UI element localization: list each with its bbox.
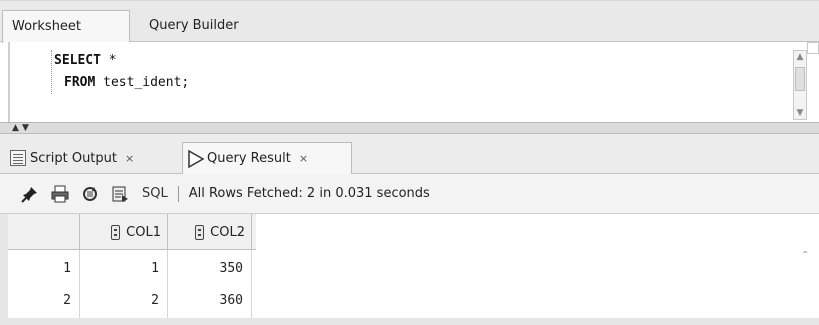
sql-code[interactable]: SELECT * FROM test_ident; (51, 50, 189, 94)
table-row[interactable]: 1 1 350 (8, 250, 256, 286)
column-header-col2[interactable]: COL2 (168, 214, 252, 250)
script-output-icon (10, 150, 26, 166)
grid-header: COL1 COL2 (8, 214, 256, 250)
column-header-col1[interactable]: COL1 (80, 214, 168, 250)
tab-query-result-label: Query Result (207, 151, 291, 166)
editor-vertical-scrollbar[interactable]: ▲ ▼ (793, 50, 807, 120)
tab-worksheet-label: Worksheet (12, 19, 82, 34)
editor-gutter (10, 42, 46, 122)
result-toolbar: SQL All Rows Fetched: 2 in 0.031 seconds (0, 174, 819, 214)
grid-bottom-band (0, 318, 819, 325)
play-outline-icon (187, 149, 205, 169)
sort-icon[interactable] (111, 224, 121, 240)
toolbar-separator (177, 185, 179, 202)
result-tab-bar: Script Output × Query Result × (0, 134, 819, 174)
sql-button[interactable]: SQL (142, 186, 168, 201)
tab-script-output-label: Script Output (30, 150, 117, 166)
grid-scroll-up-icon[interactable]: ⌃ (801, 250, 815, 270)
refresh-icon[interactable] (78, 184, 102, 204)
sort-icon[interactable] (195, 224, 205, 240)
tab-worksheet[interactable]: Worksheet (2, 10, 130, 43)
column-header-col2-label: COL2 (210, 224, 245, 240)
print-icon[interactable] (48, 184, 72, 204)
row-number-cell: 1 (8, 250, 80, 286)
editor-corner-box (807, 42, 819, 54)
close-icon[interactable]: × (299, 152, 308, 165)
tab-script-output[interactable]: Script Output × (10, 142, 180, 174)
splitter-down-icon[interactable]: ▼ (22, 123, 29, 133)
sql-line-2: FROM test_ident; (54, 72, 189, 94)
panel-splitter[interactable]: ▲ ▼ (0, 122, 819, 134)
tab-query-builder-label: Query Builder (149, 18, 239, 33)
cell-col1[interactable]: 1 (80, 250, 168, 286)
sql-line-1: SELECT * (54, 50, 189, 72)
scroll-down-icon[interactable]: ▼ (795, 108, 805, 118)
sql-line-2-rest: test_ident; (95, 75, 190, 90)
sql-keyword-from: FROM (64, 75, 96, 90)
editor-tab-bar: Worksheet Query Builder (0, 0, 819, 43)
cell-col2[interactable]: 360 (168, 282, 252, 318)
close-icon[interactable]: × (125, 152, 134, 165)
column-header-col1-label: COL1 (126, 224, 161, 240)
splitter-up-icon[interactable]: ▲ (12, 123, 19, 133)
row-number-header (8, 214, 80, 250)
tab-query-builder[interactable]: Query Builder (140, 10, 248, 43)
tab-query-result[interactable]: Query Result × (182, 142, 352, 174)
fetch-status: All Rows Fetched: 2 in 0.031 seconds (188, 186, 430, 201)
pin-icon[interactable] (18, 184, 42, 204)
scroll-thumb[interactable] (795, 67, 805, 91)
cell-col2[interactable]: 350 (168, 250, 252, 286)
export-icon[interactable] (108, 184, 132, 204)
table-row[interactable]: 2 2 360 (8, 282, 256, 318)
sql-editor[interactable]: SELECT * FROM test_ident; ▲ ▼ (8, 42, 811, 122)
scroll-up-icon[interactable]: ▲ (795, 52, 805, 62)
sql-keyword-select: SELECT (54, 53, 101, 68)
cell-col1[interactable]: 2 (80, 282, 168, 318)
grid-row-header-band (0, 214, 8, 325)
sql-line-1-rest: * (100, 53, 117, 68)
row-number-cell: 2 (8, 282, 80, 318)
